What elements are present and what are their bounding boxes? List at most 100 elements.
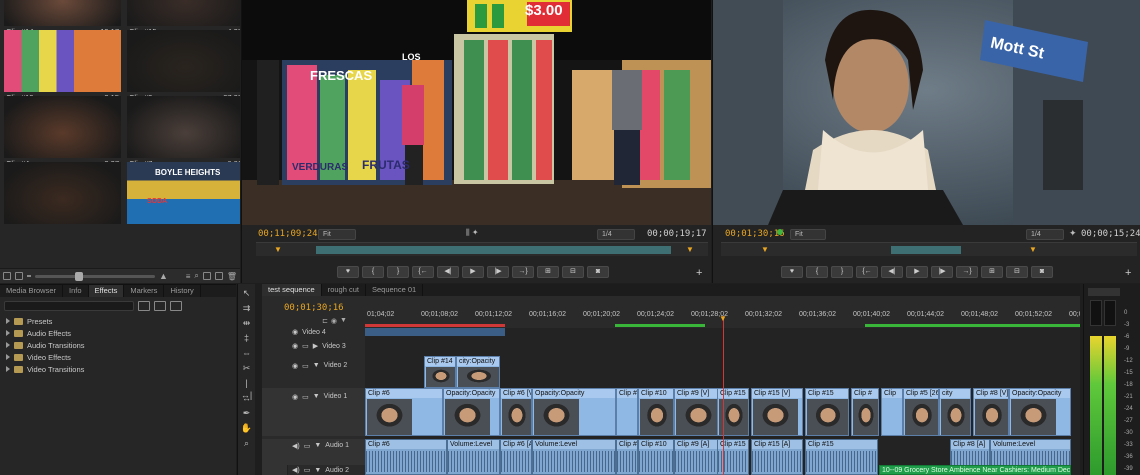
snap-icon[interactable]: ⊏ — [322, 317, 328, 325]
bin-clip-thumbnail[interactable]: Clip #42;27 — [4, 96, 121, 170]
program-timecode-current[interactable]: 00;01;30;16 — [725, 229, 785, 239]
program-go-to-in-button[interactable]: {← — [856, 266, 878, 278]
video-clip[interactable]: city:Opacity — [456, 356, 500, 388]
program-playhead-icon[interactable]: ▼ — [1029, 245, 1037, 254]
video4-clip-block[interactable] — [365, 328, 505, 336]
program-settings-icon[interactable]: ✦ — [1069, 228, 1077, 239]
playhead-line[interactable] — [723, 316, 724, 475]
source-settings-icon[interactable]: ⫼ ✦ — [466, 228, 479, 238]
audio-clip[interactable]: Clip #15 [A] — [751, 439, 803, 475]
video2-lock-icon[interactable]: ▭ — [302, 362, 309, 370]
bin-clip-thumbnail[interactable]: Clip #76;01 — [127, 96, 240, 170]
audio1-expand-icon[interactable]: ▼ — [314, 442, 321, 449]
marker-icon[interactable]: ◉ — [331, 317, 337, 325]
find-icon[interactable]: ⌕ — [194, 271, 198, 281]
video-clip[interactable]: Opacity:Opacity — [1009, 388, 1071, 436]
video2-eye-icon[interactable]: ◉ — [292, 362, 298, 370]
video-clip[interactable]: Clip #8 [V] — [973, 388, 1009, 436]
new-bin-icon[interactable] — [202, 272, 211, 280]
effects-tab[interactable]: Info — [63, 285, 89, 297]
lift-button[interactable]: ⊞ — [981, 266, 1003, 278]
effects-folder-item[interactable]: Presets — [0, 315, 236, 327]
audio2-lock-icon[interactable]: ▭ — [304, 466, 311, 474]
video-clip[interactable]: Clip #6 — [365, 388, 443, 436]
video-clip[interactable]: Clip #5 [264%] — [903, 388, 939, 436]
source-timecode-current[interactable]: 00;11;09;24 — [258, 229, 318, 239]
video3-expand-icon[interactable]: ▶ — [313, 342, 318, 350]
expand-triangle-icon[interactable] — [6, 354, 10, 360]
effects-folder-item[interactable]: Video Transitions — [0, 363, 236, 375]
rate-stretch-tool-icon[interactable]: ⇔ — [241, 347, 253, 359]
audio1-lock-icon[interactable]: ▭ — [304, 442, 311, 450]
extract-button[interactable]: ⊟ — [1006, 266, 1028, 278]
audio2-expand-icon[interactable]: ▼ — [314, 467, 321, 474]
export-frame-button[interactable]: ◙ — [587, 266, 609, 278]
video-clip[interactable]: Clip # — [616, 388, 638, 436]
effects-tab[interactable]: Effects — [88, 285, 125, 297]
source-resolution-select[interactable]: 1/4 — [597, 229, 635, 240]
audio-clip[interactable]: Clip #15 — [805, 439, 878, 475]
video1-lock-icon[interactable]: ▭ — [302, 393, 309, 401]
effects-folder-item[interactable]: Audio Effects — [0, 327, 236, 339]
overwrite-button[interactable]: ⊟ — [562, 266, 584, 278]
list-view-icon[interactable] — [3, 272, 11, 280]
program-resolution-select[interactable]: 1/4 — [1026, 229, 1064, 240]
video3-eye-icon[interactable]: ◉ — [292, 342, 298, 350]
thumbnail-size-slider[interactable] — [35, 271, 155, 281]
effects-folder-item[interactable]: Audio Transitions — [0, 339, 236, 351]
program-zoom-select[interactable]: Fit — [790, 229, 826, 240]
timeline-tracks[interactable]: 01;04;02 00;01;08;02 00;01;12;02 00;01;16;0… — [365, 296, 1080, 475]
pen-tool-icon[interactable]: ✒ — [241, 407, 253, 419]
audio-clip[interactable]: Clip #6 [A] — [500, 439, 532, 475]
program-go-to-out-button[interactable]: →} — [956, 266, 978, 278]
automate-icon[interactable]: ≡ — [186, 272, 191, 281]
accelerated-effects-icon[interactable] — [138, 301, 150, 311]
program-step-back-button[interactable]: ◀| — [881, 266, 903, 278]
sequence-tab[interactable]: test sequence — [262, 284, 322, 296]
audio1-speaker-icon[interactable]: ◀) — [292, 442, 300, 450]
track-select-tool-icon[interactable]: ⇉ — [241, 302, 253, 314]
icon-view-icon[interactable] — [15, 272, 23, 280]
program-step-forward-button[interactable]: |▶ — [931, 266, 953, 278]
timeline-timecode[interactable]: 00;01;30;16 — [284, 303, 344, 313]
expand-triangle-icon[interactable] — [6, 318, 10, 324]
step-forward-button[interactable]: |▶ — [487, 266, 509, 278]
bin-clip-thumbnail[interactable] — [4, 162, 121, 236]
expand-triangle-icon[interactable] — [6, 342, 10, 348]
source-playhead-icon[interactable]: ▼ — [274, 245, 282, 254]
video-clip[interactable]: Clip # — [851, 388, 879, 436]
slip-tool-icon[interactable]: |↔| — [241, 377, 253, 400]
zoom-in-icon[interactable]: ▲ — [159, 271, 168, 281]
video-clip[interactable]: Clip #15 — [717, 388, 749, 436]
program-in-marker-icon[interactable]: ▼ — [761, 245, 769, 254]
left-peak-indicator[interactable] — [1090, 300, 1102, 326]
selection-tool-icon[interactable]: ↖ — [241, 287, 253, 299]
audio-clip[interactable]: Volume:Level — [532, 439, 616, 475]
program-add-button[interactable]: + — [1125, 267, 1131, 279]
insert-button[interactable]: ⊞ — [537, 266, 559, 278]
video2-expand-icon[interactable]: ▼ — [313, 362, 320, 369]
video-clip[interactable]: city — [939, 388, 971, 436]
program-mark-in-button[interactable]: { — [806, 266, 828, 278]
video3-lock-icon[interactable]: ▭ — [302, 342, 309, 350]
meter-menu[interactable] — [1088, 288, 1120, 296]
go-to-out-button[interactable]: →} — [512, 266, 534, 278]
video-clip[interactable]: Clip #15 [V] — [751, 388, 803, 436]
effects-folder-item[interactable]: Video Effects — [0, 351, 236, 363]
effects-search-input[interactable] — [4, 301, 134, 311]
slide-tool-icon[interactable]: ↔ — [241, 392, 253, 404]
audio-clip[interactable]: Clip #6 — [365, 439, 447, 475]
source-time-ruler[interactable]: ▼ ▼ — [256, 242, 708, 256]
video1-eye-icon[interactable]: ◉ — [292, 393, 298, 401]
audio-clip[interactable]: Clip #10 — [638, 439, 674, 475]
program-time-ruler[interactable]: ▼ ▼ — [721, 242, 1137, 256]
trash-icon[interactable]: 🗑 — [227, 272, 237, 281]
add-marker-button[interactable]: ♥ — [337, 266, 359, 278]
video-clip[interactable]: Clip #15 — [805, 388, 849, 436]
hand-tool-icon[interactable]: ✋ — [241, 422, 253, 434]
sequence-tab[interactable]: rough cut — [322, 284, 366, 296]
32-bit-effects-icon[interactable] — [154, 301, 166, 311]
audio-clip-ambience[interactable]: 10--09 Grocery Store Ambience Near Cashi… — [879, 465, 1071, 475]
effects-tab[interactable]: Media Browser — [0, 285, 64, 297]
source-zoom-select[interactable]: Fit — [318, 229, 356, 240]
